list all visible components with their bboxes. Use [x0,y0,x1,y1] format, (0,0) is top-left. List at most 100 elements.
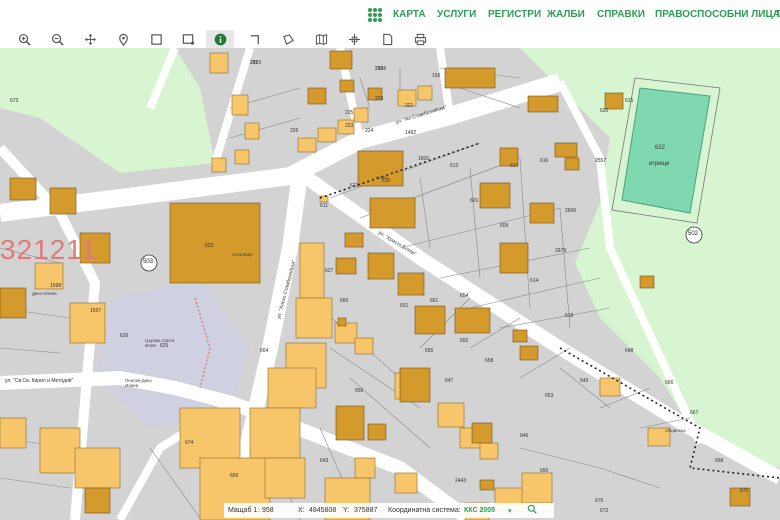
parcel-number-label: 601 [470,198,479,204]
y-label: Y: [343,507,350,514]
circle-label-502: 502 [688,231,699,237]
parcel-number-label: 673 [10,98,19,104]
parcel-number-label: 156 [432,73,441,79]
street-label-kiril-metodiy: ул. "Св.Св. Кирил и Методий" [5,378,74,384]
label-community-center: читалище [232,252,253,257]
marker-icon[interactable] [115,31,131,47]
district-label: 321211 [0,234,98,265]
parcel-number-label: 1482 [405,130,417,136]
parcel-number-label: 620 [600,108,609,114]
x-label: X: [298,507,305,514]
stadium-number-label: 622 [655,145,666,151]
parcel-number-label: 668 [715,458,724,464]
parcel-number-label: 1600 [418,156,430,162]
parcel-number-label: 647 [445,378,454,384]
parcel-number-label: 653 [545,393,554,399]
parcel-number-label: 1597 [90,308,102,314]
nav-item-licensed-persons[interactable]: ПРАВОСПОСОБНИ ЛИЦА [655,9,780,20]
pan-icon[interactable] [82,31,98,47]
crosshair-icon[interactable] [346,31,362,47]
print-icon[interactable] [412,31,428,47]
street-label-aleko-stamboliyski: ул. "Алеко Стамболийски" [276,259,298,320]
parcel-number-label: 627 [325,268,334,274]
nav-item-more[interactable]: Т [775,9,780,20]
zoom-out-icon[interactable] [49,31,65,47]
parcel-number-label: 670 [740,488,749,494]
parcel-number-label: 651 [400,303,409,309]
parcel-number-label: 674 [185,440,194,446]
document-icon[interactable] [379,31,395,47]
nav-item-services[interactable]: УСЛУГИ [437,9,476,20]
parcel-number-label: 618 [565,313,574,319]
parcel-number-label: 225 [345,110,354,116]
parcel-number-label: 659 [230,473,239,479]
parcel-number-label: 2606 [565,208,577,214]
parcel-number-label: 226 [290,128,299,134]
parcel-number-label: 609 [500,223,509,229]
zoom-in-icon[interactable] [16,31,32,47]
parcel-number-label: 660 [340,298,349,304]
parcel-number-label: 221 [405,103,414,109]
cadastral-map[interactable]: 321211 622 игрище ул. "Ал.Стамболийски" … [0,48,780,520]
parcel-number-label: 223 [345,123,354,129]
parcel-number-label: 615 [625,98,634,104]
select-rect-alt-icon[interactable] [180,31,196,47]
parcel-number-label: 652 [460,338,469,344]
parcel-number-label: 675 [595,498,604,504]
nav-item-registers[interactable]: РЕГИСТРИ [488,9,541,20]
parcel-number-label: 2443 [455,478,467,484]
parcel-number-label: 654 [460,293,469,299]
search-icon[interactable] [527,504,537,516]
select-rect-icon[interactable] [148,31,164,47]
chevron-down-icon[interactable]: ▾ [508,507,512,515]
parcel-number-label: 649 [580,378,589,384]
parcel-number-label: 2557 [595,158,607,164]
parcel-number-label: 656 [355,388,364,394]
parcel-number-label: 648 [625,348,634,354]
parcel-number-label: 664 [260,348,269,354]
circle-label-503: 503 [143,259,154,265]
parcel-number-label: 626 [120,333,129,339]
parcel-number-label: 2558 [375,66,387,72]
top-navigation: КАРТА УСЛУГИ РЕГИСТРИ ЖАЛБИ СПРАВКИ ПРАВ… [0,0,780,30]
parcel-number-label: 643 [320,458,329,464]
parcel-number-label: 614 [530,278,539,284]
info-icon[interactable] [206,30,234,48]
parcel-number-label: 621 [350,183,359,189]
apps-grid-icon[interactable] [368,8,382,22]
parcel-number-label: 667 [690,410,699,416]
map-toolbar [0,30,780,49]
parcel-number-label: 220 [375,96,384,102]
street-label-stamboliyski: ул. "Ал.Стамболийски" [395,104,448,126]
parcel-number-label: 650 [540,468,549,474]
parcel-number-label: 616 [540,158,549,164]
y-value: 375887 [354,507,378,514]
parcel-number-label: 625 [160,343,169,349]
nav-item-complaints[interactable]: ЖАЛБИ [547,9,585,20]
scale-value: 958 [262,507,274,514]
label-diko-iliev: Дико Илиев [32,291,57,296]
parcel-number-label: 666 [665,380,674,386]
parcel-number-label: 2553 [250,60,262,66]
status-bar: Мащаб 1: 958 X: 4845808 Y: 375887 Коорди… [224,503,554,518]
parcel-number-label: 2679 [555,248,567,254]
parcel-number-label: 655 [425,348,434,354]
label-pension: Пенсия Дико Илиев [125,378,152,388]
parcel-number-label: 661 [430,298,439,304]
x-value: 4845808 [309,507,337,514]
parcel-number-label: 672 [600,508,609,514]
map-labels: 321211 622 игрище ул. "Ал.Стамболийски" … [0,48,780,520]
measure-area-icon[interactable] [280,31,296,47]
parcel-number-label: 1598 [50,283,62,289]
parcel-number-label: 658 [485,358,494,364]
nav-item-map[interactable]: КАРТА [393,9,426,20]
map-icon[interactable] [313,31,329,47]
stadium-type-label: игрище [649,161,670,167]
nav-item-references[interactable]: СПРАВКИ [597,9,645,20]
measure-line-icon[interactable] [247,31,263,47]
parcel-number-label: 617 [510,163,519,169]
parcel-number-label: 613 [450,163,459,169]
crs-select[interactable]: ККС 2005 [464,507,495,514]
crs-label: Координатна система: [388,507,461,514]
parcel-number-label: 623 [205,243,214,249]
